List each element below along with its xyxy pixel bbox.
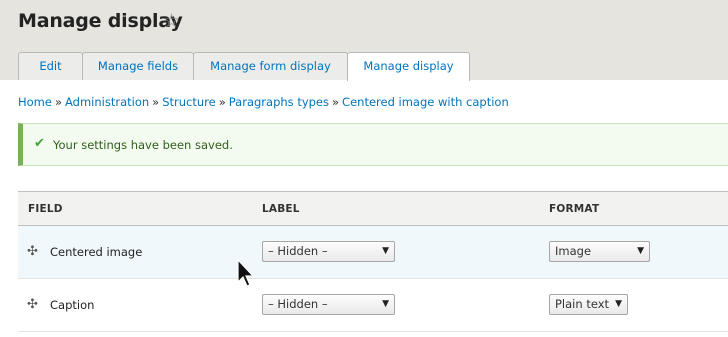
dropdown-arrow-icon: ▼ — [637, 246, 644, 256]
checkmark-icon: ✔ — [34, 136, 45, 151]
field-name: Caption — [50, 298, 95, 312]
breadcrumb-separator: » — [152, 95, 160, 109]
status-message: ✔ Your settings have been saved. — [18, 123, 728, 166]
table-row: ✣ Centered image – Hidden – ▼ Image ▼ — [18, 226, 728, 279]
tab-manage-display[interactable]: Manage display — [347, 52, 470, 81]
tabs: Edit Manage fields Manage form display M… — [18, 52, 470, 81]
label-select-value: – Hidden – — [268, 297, 328, 311]
format-select-value: Plain text — [555, 297, 610, 311]
label-select[interactable]: – Hidden – ▼ — [262, 241, 395, 262]
drag-handle-icon[interactable]: ✣ — [27, 244, 38, 259]
tab-manage-form-display[interactable]: Manage form display — [193, 52, 348, 80]
format-select[interactable]: Image ▼ — [549, 241, 650, 262]
breadcrumb: Home» Administration» Structure» Paragraphs… — [18, 95, 509, 109]
field-name: Centered image — [50, 245, 143, 259]
breadcrumb-paragraphs-types[interactable]: Paragraphs types — [229, 95, 329, 109]
breadcrumb-separator: » — [218, 95, 226, 109]
display-table: FIELD LABEL FORMAT ✣ Centered image – Hi… — [18, 191, 728, 332]
breadcrumb-structure[interactable]: Structure — [162, 95, 216, 109]
page-header: Manage display ☆ Edit Manage fields Mana… — [0, 0, 728, 81]
tab-manage-fields[interactable]: Manage fields — [82, 52, 194, 80]
column-header-field: FIELD — [28, 203, 63, 215]
label-select[interactable]: – Hidden – ▼ — [262, 294, 395, 315]
column-header-format: FORMAT — [549, 203, 600, 215]
label-select-value: – Hidden – — [268, 244, 328, 258]
star-icon[interactable]: ☆ — [163, 10, 180, 32]
dropdown-arrow-icon: ▼ — [382, 246, 389, 256]
drag-handle-icon[interactable]: ✣ — [27, 297, 38, 312]
table-row: ✣ Caption – Hidden – ▼ Plain text ▼ — [18, 279, 728, 332]
dropdown-arrow-icon: ▼ — [615, 299, 622, 309]
format-select-value: Image — [555, 244, 592, 258]
page-title: Manage display — [18, 10, 183, 32]
breadcrumb-centered-image-with-caption[interactable]: Centered image with caption — [342, 95, 509, 109]
status-message-text: Your settings have been saved. — [53, 138, 233, 152]
column-header-label: LABEL — [262, 203, 300, 215]
tab-edit[interactable]: Edit — [18, 52, 83, 80]
mouse-cursor-icon — [237, 258, 255, 287]
breadcrumb-administration[interactable]: Administration — [65, 95, 149, 109]
breadcrumb-separator: » — [332, 95, 340, 109]
dropdown-arrow-icon: ▼ — [382, 299, 389, 309]
table-header: FIELD LABEL FORMAT — [18, 191, 728, 226]
format-select[interactable]: Plain text ▼ — [549, 294, 628, 315]
breadcrumb-separator: » — [54, 95, 63, 109]
breadcrumb-home[interactable]: Home — [18, 95, 52, 109]
